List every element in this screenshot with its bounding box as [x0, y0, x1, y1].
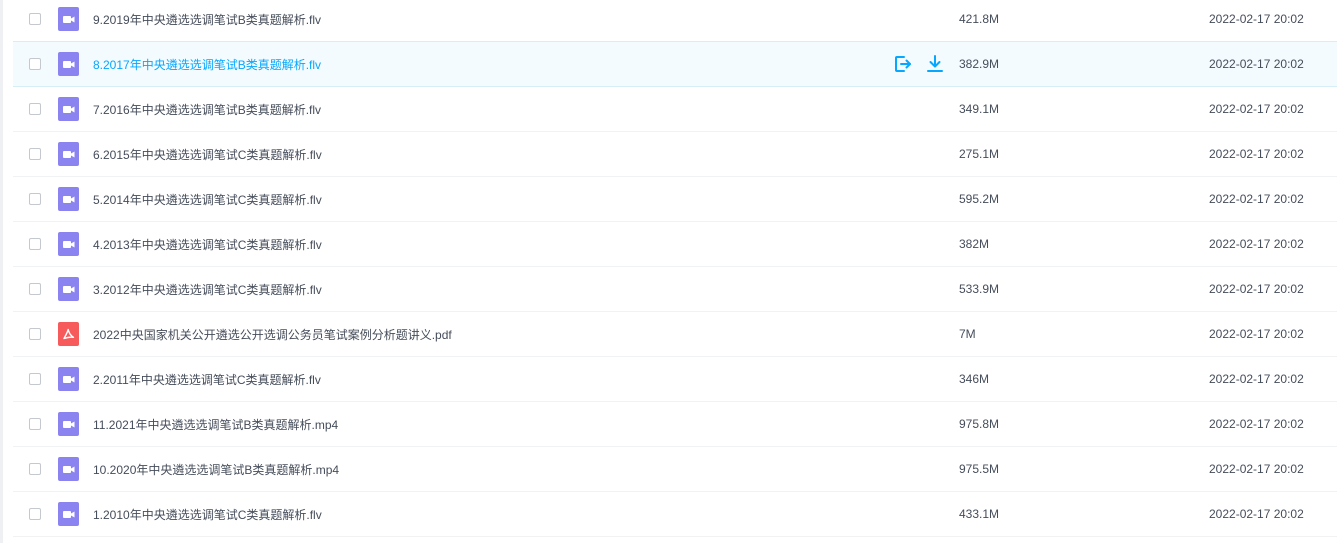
file-name[interactable]: 1.2010年中央遴选选调笔试C类真题解析.flv — [93, 506, 322, 523]
file-date: 2022-02-17 20:02 — [1209, 237, 1304, 251]
row-checkbox[interactable] — [29, 283, 41, 295]
file-row-4[interactable]: 6.2015年中央遴选选调笔试C类真题解析.flv 275.1M 2022-02… — [13, 132, 1337, 177]
file-name[interactable]: 4.2013年中央遴选选调笔试C类真题解析.flv — [93, 236, 322, 253]
file-name[interactable]: 2.2011年中央遴选选调笔试C类真题解析.flv — [93, 371, 321, 388]
file-date: 2022-02-17 20:02 — [1209, 282, 1304, 296]
file-name[interactable]: 2022中央国家机关公开遴选公开选调公务员笔试案例分析题讲义.pdf — [93, 326, 452, 343]
file-row-11[interactable]: 10.2020年中央遴选选调笔试B类真题解析.mp4 975.5M 2022-0… — [13, 447, 1337, 492]
video-icon — [58, 412, 79, 436]
row-checkbox[interactable] — [29, 193, 41, 205]
file-date: 2022-02-17 20:02 — [1209, 507, 1304, 521]
video-icon — [58, 232, 79, 256]
file-date: 2022-02-17 20:02 — [1209, 417, 1304, 431]
file-size: 382.9M — [959, 57, 1000, 71]
row-checkbox[interactable] — [29, 328, 41, 340]
file-name[interactable]: 11.2021年中央遴选选调笔试B类真题解析.mp4 — [93, 416, 338, 433]
file-row-10[interactable]: 11.2021年中央遴选选调笔试B类真题解析.mp4 975.8M 2022-0… — [13, 402, 1337, 447]
row-checkbox[interactable] — [29, 373, 41, 385]
share-icon[interactable] — [893, 54, 913, 74]
file-name[interactable]: 9.2019年中央遴选选调笔试B类真题解析.flv — [93, 11, 321, 28]
file-row-7[interactable]: 3.2012年中央遴选选调笔试C类真题解析.flv 533.9M 2022-02… — [13, 267, 1337, 312]
video-icon — [58, 367, 79, 391]
file-row-12[interactable]: 1.2010年中央遴选选调笔试C类真题解析.flv 433.1M 2022-02… — [13, 492, 1337, 537]
row-checkbox[interactable] — [29, 238, 41, 250]
file-row-8[interactable]: 2022中央国家机关公开遴选公开选调公务员笔试案例分析题讲义.pdf 7M 20… — [13, 312, 1337, 357]
file-name[interactable]: 5.2014年中央遴选选调笔试C类真题解析.flv — [93, 191, 322, 208]
file-size: 421.8M — [959, 12, 1000, 26]
video-icon — [58, 277, 79, 301]
video-icon — [58, 187, 79, 211]
file-size: 595.2M — [959, 192, 1000, 206]
file-size: 349.1M — [959, 102, 1000, 116]
file-size: 975.5M — [959, 462, 1000, 476]
file-size: 7M — [959, 327, 976, 341]
file-row-2[interactable]: 8.2017年中央遴选选调笔试B类真题解析.flv 382.9M 2022-02… — [13, 41, 1337, 87]
row-checkbox[interactable] — [29, 13, 41, 25]
file-date: 2022-02-17 20:02 — [1209, 462, 1304, 476]
row-actions — [893, 54, 945, 74]
video-icon — [58, 7, 79, 31]
pdf-icon — [58, 322, 79, 346]
video-icon — [58, 142, 79, 166]
row-checkbox[interactable] — [29, 58, 41, 70]
file-size: 433.1M — [959, 507, 1000, 521]
row-checkbox[interactable] — [29, 418, 41, 430]
file-date: 2022-02-17 20:02 — [1209, 372, 1304, 386]
file-name[interactable]: 3.2012年中央遴选选调笔试C类真题解析.flv — [93, 281, 322, 298]
file-date: 2022-02-17 20:02 — [1209, 192, 1304, 206]
file-date: 2022-02-17 20:02 — [1209, 147, 1304, 161]
file-row-5[interactable]: 5.2014年中央遴选选调笔试C类真题解析.flv 595.2M 2022-02… — [13, 177, 1337, 222]
file-row-9[interactable]: 2.2011年中央遴选选调笔试C类真题解析.flv 346M 2022-02-1… — [13, 357, 1337, 402]
file-size: 975.8M — [959, 417, 1000, 431]
file-list-page: 9.2019年中央遴选选调笔试B类真题解析.flv 421.8M 2022-02… — [0, 0, 1337, 543]
row-checkbox[interactable] — [29, 508, 41, 520]
file-name[interactable]: 8.2017年中央遴选选调笔试B类真题解析.flv — [93, 56, 321, 73]
file-row-1[interactable]: 9.2019年中央遴选选调笔试B类真题解析.flv 421.8M 2022-02… — [13, 0, 1337, 42]
file-row-6[interactable]: 4.2013年中央遴选选调笔试C类真题解析.flv 382M 2022-02-1… — [13, 222, 1337, 267]
left-border — [0, 0, 3, 543]
file-name[interactable]: 6.2015年中央遴选选调笔试C类真题解析.flv — [93, 146, 322, 163]
video-icon — [58, 97, 79, 121]
file-size: 346M — [959, 372, 990, 386]
row-checkbox[interactable] — [29, 148, 41, 160]
video-icon — [58, 457, 79, 481]
row-checkbox[interactable] — [29, 103, 41, 115]
file-date: 2022-02-17 20:02 — [1209, 57, 1304, 71]
file-name[interactable]: 7.2016年中央遴选选调笔试B类真题解析.flv — [93, 101, 321, 118]
file-size: 533.9M — [959, 282, 1000, 296]
download-icon[interactable] — [925, 54, 945, 74]
file-name[interactable]: 10.2020年中央遴选选调笔试B类真题解析.mp4 — [93, 461, 339, 478]
row-checkbox[interactable] — [29, 463, 41, 475]
file-size: 382M — [959, 237, 990, 251]
video-icon — [58, 502, 79, 526]
video-icon — [58, 52, 79, 76]
file-date: 2022-02-17 20:02 — [1209, 12, 1304, 26]
file-date: 2022-02-17 20:02 — [1209, 102, 1304, 116]
file-list: 9.2019年中央遴选选调笔试B类真题解析.flv 421.8M 2022-02… — [13, 0, 1337, 537]
file-date: 2022-02-17 20:02 — [1209, 327, 1304, 341]
file-row-3[interactable]: 7.2016年中央遴选选调笔试B类真题解析.flv 349.1M 2022-02… — [13, 87, 1337, 132]
file-size: 275.1M — [959, 147, 1000, 161]
